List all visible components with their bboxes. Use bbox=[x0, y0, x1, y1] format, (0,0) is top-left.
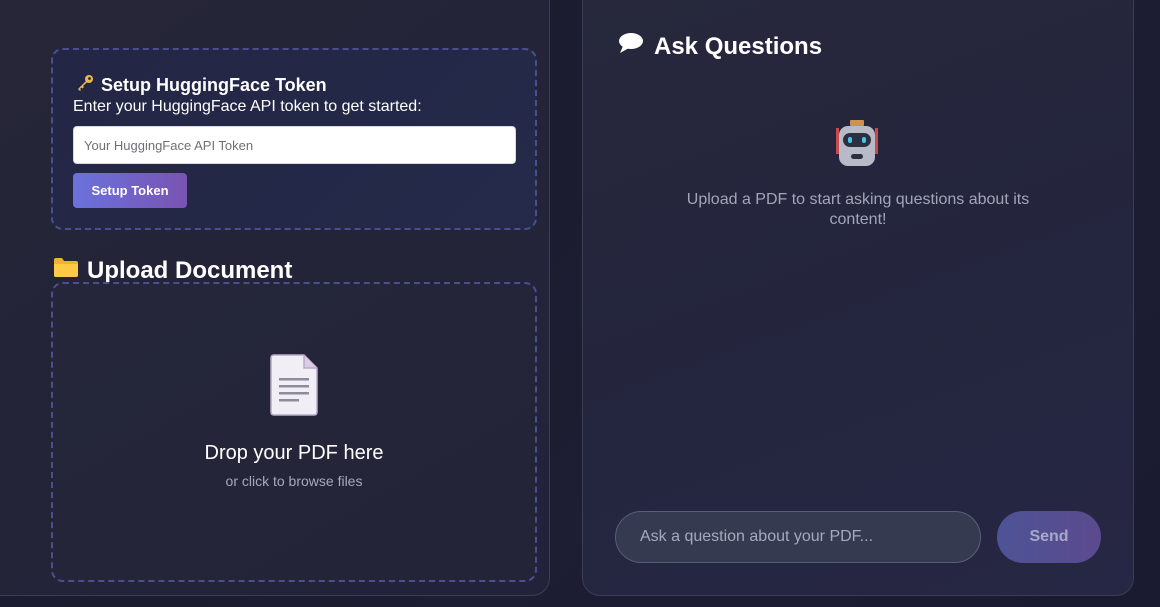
upload-title-text: Upload Document bbox=[87, 256, 293, 284]
chat-area: Ask Questions Upload a PDF to start aski… bbox=[582, 0, 1134, 596]
robot-icon bbox=[832, 118, 882, 168]
token-section-title: Setup HuggingFace Token bbox=[75, 74, 327, 97]
token-title-text: Setup HuggingFace Token bbox=[101, 75, 327, 95]
question-input[interactable] bbox=[615, 511, 981, 563]
token-setup-box: Setup HuggingFace Token Enter your Huggi… bbox=[51, 48, 537, 230]
key-icon bbox=[75, 74, 95, 97]
token-description: Enter your HuggingFace API token to get … bbox=[73, 98, 422, 115]
send-button[interactable]: Send bbox=[997, 511, 1101, 563]
document-icon bbox=[269, 354, 319, 416]
token-input[interactable] bbox=[73, 126, 516, 164]
chat-section-title: Ask Questions bbox=[618, 32, 822, 61]
drop-subtitle: or click to browse files bbox=[225, 473, 363, 489]
upload-section-title: Upload Document bbox=[53, 256, 292, 285]
setup-token-button[interactable]: Setup Token bbox=[73, 173, 187, 208]
chat-title-text: Ask Questions bbox=[654, 32, 823, 60]
empty-state-message: Upload a PDF to start asking questions a… bbox=[686, 191, 1030, 228]
speech-bubble-icon bbox=[618, 32, 644, 61]
folder-icon bbox=[53, 256, 79, 285]
pdf-dropzone[interactable]: Drop your PDF here or click to browse fi… bbox=[51, 282, 537, 582]
drop-title: Drop your PDF here bbox=[204, 442, 384, 464]
